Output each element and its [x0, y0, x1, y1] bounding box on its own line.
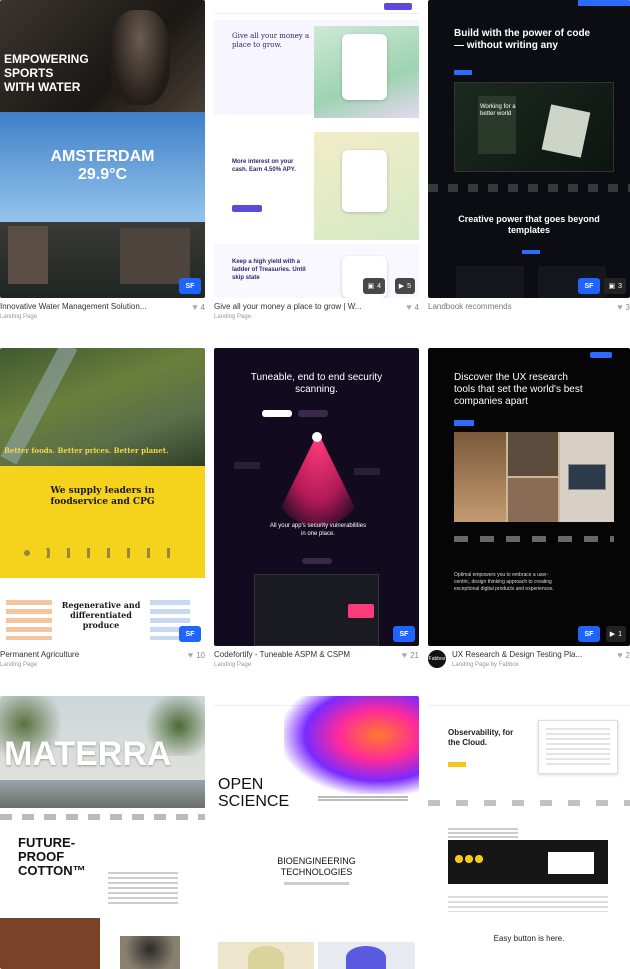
tagline: Better foods. Better prices. Better plan… — [4, 446, 169, 455]
hero-headline: MATERRA — [4, 735, 172, 773]
heart-icon: ♥ — [192, 302, 198, 312]
like-count[interactable]: ♥ 4 — [192, 302, 205, 313]
video-count-chip: ▶ 1 — [605, 626, 626, 642]
card-subtitle: Landing Page — [0, 662, 38, 668]
gallery-card[interactable]: MATERRA FUTURE-PROOF COTTON™ — [0, 696, 205, 969]
gallery-card[interactable]: Build with the power of code — without w… — [428, 0, 630, 332]
sf-badge: SF — [578, 278, 600, 294]
hero-headline: Observability, for the Cloud. — [448, 728, 514, 747]
sf-badge: SF — [179, 626, 201, 642]
inner-caption: Working for a better world — [480, 104, 516, 117]
heart-icon: ♥ — [406, 302, 412, 312]
hero-headline: Tuneable, end to end security scanning. — [250, 372, 383, 395]
card-thumbnail[interactable]: OPEN SCIENCE BIOENGINEERING TECHNOLOGIES — [214, 696, 419, 969]
heart-icon: ♥ — [401, 650, 408, 660]
section-headline: All your app's security vulnerabilities … — [269, 523, 367, 537]
card-subtitle: Landing Page — [0, 314, 38, 320]
card-subtitle: Landing Page — [214, 314, 252, 320]
hero-headline: OPEN SCIENCE — [218, 776, 290, 810]
play-icon: ▶ — [609, 631, 616, 638]
card-thumbnail[interactable]: Build with the power of code — without w… — [428, 0, 630, 298]
like-count[interactable]: ♥ 4 — [406, 302, 419, 313]
gallery-card[interactable]: Better foods. Better prices. Better plan… — [0, 348, 205, 680]
card-thumbnail[interactable]: EMPOWERING SPORTS WITH WATER AMSTERDAM 2… — [0, 0, 205, 298]
gallery-card[interactable]: OPEN SCIENCE BIOENGINEERING TECHNOLOGIES — [214, 696, 419, 969]
card-thumbnail[interactable]: MATERRA FUTURE-PROOF COTTON™ — [0, 696, 205, 969]
play-icon: ▶ — [398, 283, 405, 290]
section-headline: We supply leaders in foodservice and CPG — [50, 486, 155, 507]
avatar[interactable]: Fabbox — [428, 650, 446, 668]
heart-icon: ♥ — [617, 650, 623, 660]
section-headline: BIOENGINEERING TECHNOLOGIES — [277, 856, 356, 877]
section-headline: Creative power that goes beyond template… — [458, 214, 600, 235]
gallery-card[interactable]: Tuneable, end to end security scanning. … — [214, 348, 419, 680]
image-icon: ▣ — [608, 283, 616, 290]
card-title[interactable]: Codefortify - Tuneable ASPM & CSPM — [214, 650, 374, 660]
gallery-card[interactable]: Observability, for the Cloud. Easy butto… — [428, 696, 630, 969]
gallery-card[interactable]: Discover the UX research tools that set … — [428, 348, 630, 680]
image-icon: ▣ — [367, 283, 375, 290]
image-count-chip: ▣ 3 — [604, 278, 626, 294]
section-headline: Regenerative and differentiated produce — [61, 600, 141, 630]
image-count-chip: ▣ 4 — [363, 278, 385, 294]
card-title[interactable]: Give all your money a place to grow | W.… — [214, 302, 374, 312]
card-thumbnail[interactable]: Discover the UX research tools that set … — [428, 348, 630, 646]
sf-badge: SF — [179, 278, 201, 294]
hero-headline: Give all your money a place to grow. — [232, 32, 310, 49]
card-title[interactable]: Innovative Water Management Solution... — [0, 302, 160, 312]
card-subtitle: Landing Page by Fabbox — [452, 662, 519, 668]
city-label: AMSTERDAM — [50, 148, 155, 165]
card-thumbnail[interactable]: Give all your money a place to grow. Mor… — [214, 0, 419, 298]
like-count[interactable]: ♥ 10 — [188, 650, 205, 661]
heart-icon: ♥ — [187, 650, 194, 660]
section-headline: More interest on your cash. Earn 4.50% A… — [232, 159, 296, 173]
card-thumbnail[interactable]: Tuneable, end to end security scanning. … — [214, 348, 419, 646]
card-title[interactable]: Permanent Agriculture — [0, 650, 160, 660]
section-headline: Easy button is here. — [493, 934, 565, 943]
sf-badge: SF — [393, 626, 415, 642]
section-headline: Optimal empowers you to embrace a user-c… — [454, 572, 554, 592]
gallery-card[interactable]: EMPOWERING SPORTS WITH WATER AMSTERDAM 2… — [0, 0, 205, 332]
card-title[interactable]: Landbook recommends — [428, 302, 588, 312]
hero-headline: Discover the UX research tools that set … — [454, 372, 583, 407]
card-thumbnail[interactable]: Better foods. Better prices. Better plan… — [0, 348, 205, 646]
like-count[interactable]: ♥ 21 — [402, 650, 419, 661]
card-thumbnail[interactable]: Observability, for the Cloud. Easy butto… — [428, 696, 630, 969]
like-count[interactable]: ♥ 3 — [617, 302, 630, 313]
video-count-chip: ▶ 5 — [394, 278, 415, 294]
heart-icon: ♥ — [617, 302, 623, 312]
sf-badge: SF — [578, 626, 600, 642]
gallery-card[interactable]: Give all your money a place to grow. Mor… — [214, 0, 419, 332]
hero-headline: EMPOWERING SPORTS WITH WATER — [4, 52, 89, 94]
card-title[interactable]: UX Research & Design Testing Pla... — [452, 650, 592, 660]
section-headline: Keep a high yield with a ladder of Treas… — [232, 259, 306, 281]
temperature-label: 29.9°C — [77, 166, 128, 183]
like-count[interactable]: ♥ 2 — [617, 650, 630, 661]
card-subtitle: Landing Page — [214, 662, 252, 668]
section-headline: FUTURE-PROOF COTTON™ — [18, 835, 86, 878]
hero-headline: Build with the power of code — without w… — [454, 28, 591, 51]
